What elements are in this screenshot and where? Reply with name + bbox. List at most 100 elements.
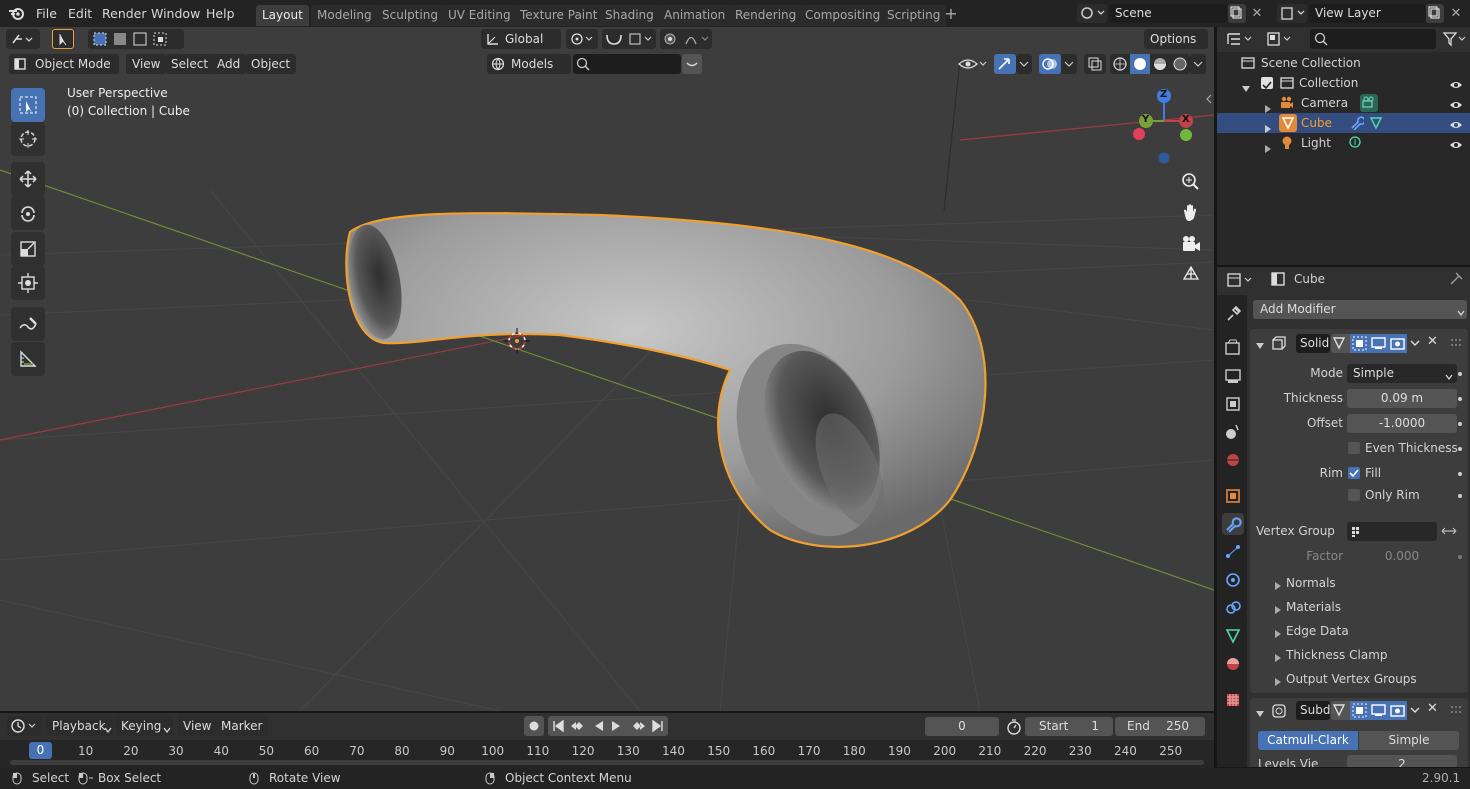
properties-editor-type-icon[interactable] [1225, 270, 1257, 290]
sidebar-toggle-icon[interactable] [1205, 93, 1213, 105]
object-tab-icon[interactable] [1222, 485, 1244, 507]
tab-texture-paint[interactable]: Texture Paint [514, 5, 604, 26]
particles-tab-icon[interactable] [1222, 541, 1244, 563]
expand-arrow-icon[interactable] [1264, 99, 1272, 113]
tab-layout[interactable]: Layout [256, 5, 309, 26]
keyframe-dot[interactable] [1458, 372, 1462, 376]
outliner-collection[interactable]: Collection [1217, 73, 1470, 93]
visibility-eye-icon[interactable] [1449, 137, 1463, 149]
drag-handle-icon[interactable] [1450, 704, 1462, 716]
select-box-tool[interactable] [11, 88, 45, 122]
outliner-search-input[interactable] [1310, 29, 1436, 49]
menu-select[interactable]: Select [165, 54, 215, 74]
outliner-editor-type-icon[interactable] [1225, 29, 1257, 49]
modifier-wrench-icon[interactable] [1350, 116, 1366, 131]
gizmo-toggle-icon[interactable] [994, 54, 1016, 74]
data-tab-icon[interactable] [1222, 625, 1244, 647]
physics-tab-icon[interactable] [1222, 569, 1244, 591]
outliner-item-light[interactable]: Light [1217, 133, 1470, 153]
keyframe-dot[interactable] [1458, 397, 1462, 401]
tool-tab-icon[interactable] [1222, 303, 1244, 325]
gizmo-dropdown-icon[interactable] [1016, 54, 1032, 74]
playhead-frame-indicator[interactable]: 0 [29, 742, 52, 759]
rotate-tool[interactable] [11, 196, 45, 230]
menu-window[interactable]: Window [146, 4, 205, 23]
shading-modes[interactable] [1110, 54, 1190, 74]
light-data-icon[interactable] [1348, 136, 1362, 150]
pin-icon[interactable] [1449, 272, 1463, 286]
delete-view-layer-icon[interactable]: ✕ [1447, 4, 1465, 23]
start-frame-field[interactable]: Start 1 [1025, 717, 1113, 736]
view-layer-selector-icon[interactable] [1277, 4, 1307, 23]
catmull-clark-toggle[interactable]: Catmull-Clark [1258, 731, 1358, 750]
remove-modifier-icon[interactable]: ✕ [1427, 702, 1439, 715]
add-workspace-icon[interactable]: + [944, 6, 958, 22]
collapse-arrow-icon[interactable] [1256, 339, 1264, 349]
transform-tool[interactable] [11, 266, 45, 300]
subpanel-materials[interactable]: Materials [1250, 595, 1468, 619]
tab-modeling[interactable]: Modeling [311, 5, 378, 26]
output-tab-icon[interactable] [1222, 365, 1244, 387]
stopwatch-icon[interactable] [1005, 717, 1023, 736]
3d-viewport[interactable]: Global Options Object Mode View Select A… [0, 27, 1214, 711]
subsurf-name-field[interactable]: Subd [1296, 701, 1330, 720]
selection-mode-icons[interactable] [88, 29, 184, 49]
timeline-editor-type-icon[interactable] [7, 716, 41, 736]
keyframe-dot[interactable] [1458, 422, 1462, 426]
visibility-toggle-icon[interactable] [956, 54, 990, 74]
factor-field[interactable]: 0.000 [1347, 547, 1457, 566]
add-modifier-dropdown[interactable]: Add Modifier [1253, 300, 1467, 319]
world-tab-icon[interactable] [1222, 449, 1244, 471]
only-rim-checkbox[interactable] [1348, 489, 1360, 501]
cursor-tool[interactable] [11, 122, 45, 156]
modifier-visibility-icons[interactable] [1331, 701, 1407, 720]
menu-help[interactable]: Help [201, 4, 240, 23]
mesh-data-icon[interactable] [1369, 116, 1383, 130]
timeline-menu-view[interactable]: View [177, 716, 218, 736]
subpanel-thickness-clamp[interactable]: Thickness Clamp [1250, 643, 1468, 667]
outliner-item-camera[interactable]: Camera [1217, 93, 1470, 113]
tab-animation[interactable]: Animation [658, 5, 732, 26]
new-view-layer-icon[interactable] [1426, 4, 1444, 23]
delete-scene-icon[interactable]: ✕ [1248, 4, 1266, 23]
texture-tab-icon[interactable] [1222, 689, 1244, 711]
modifier-menu-chevron-icon[interactable] [1409, 337, 1421, 349]
options-dropdown[interactable]: Options [1144, 29, 1208, 49]
solidify-name-field[interactable]: Solid [1296, 334, 1330, 353]
subpanel-edge-data[interactable]: Edge Data [1250, 619, 1468, 643]
visibility-eye-icon[interactable] [1449, 97, 1463, 109]
keyframe-dot[interactable] [1458, 472, 1462, 476]
vertex-group-field[interactable] [1347, 522, 1437, 541]
scene-selector-icon[interactable] [1077, 4, 1107, 23]
simple-toggle[interactable]: Simple [1359, 731, 1459, 750]
overlays-dropdown-icon[interactable] [1061, 54, 1077, 74]
collection-checkbox[interactable] [1261, 77, 1273, 90]
visibility-eye-icon[interactable] [1449, 117, 1463, 129]
proportional-edit-icon[interactable] [660, 29, 712, 49]
tab-uv-editing[interactable]: UV Editing [442, 5, 517, 26]
keyframe-dot[interactable] [1458, 494, 1462, 498]
scene-name-field[interactable]: Scene [1109, 4, 1227, 23]
pan-hand-icon[interactable] [1177, 199, 1205, 227]
collapse-arrow-icon[interactable] [1242, 79, 1250, 92]
view-layer-tab-icon[interactable] [1222, 393, 1244, 415]
display-mode-icon[interactable] [1265, 29, 1295, 49]
modifier-tab-icon[interactable] [1222, 513, 1244, 535]
menu-add[interactable]: Add [211, 54, 247, 74]
tab-scripting[interactable]: Scripting [881, 5, 947, 26]
levels-viewport-field[interactable]: 2 [1347, 755, 1457, 767]
camera-data-icon[interactable] [1360, 94, 1378, 112]
new-scene-icon[interactable] [1228, 4, 1246, 23]
remove-modifier-icon[interactable]: ✕ [1427, 335, 1439, 348]
scene-tab-icon[interactable] [1222, 421, 1244, 443]
viewport-search-input[interactable] [573, 54, 681, 74]
view-layer-name-field[interactable]: View Layer [1309, 4, 1425, 23]
even-thickness-checkbox[interactable] [1348, 442, 1360, 454]
outliner-scene-collection[interactable]: Scene Collection [1217, 53, 1470, 73]
menu-render[interactable]: Render [97, 4, 152, 23]
offset-field[interactable]: -1.0000 [1347, 414, 1457, 433]
tab-sculpting[interactable]: Sculpting [376, 5, 445, 26]
overlays-toggle-icon[interactable] [1039, 54, 1061, 74]
thickness-field[interactable]: 0.09 m [1347, 389, 1457, 408]
select-tool-mode-icon[interactable] [52, 29, 74, 49]
